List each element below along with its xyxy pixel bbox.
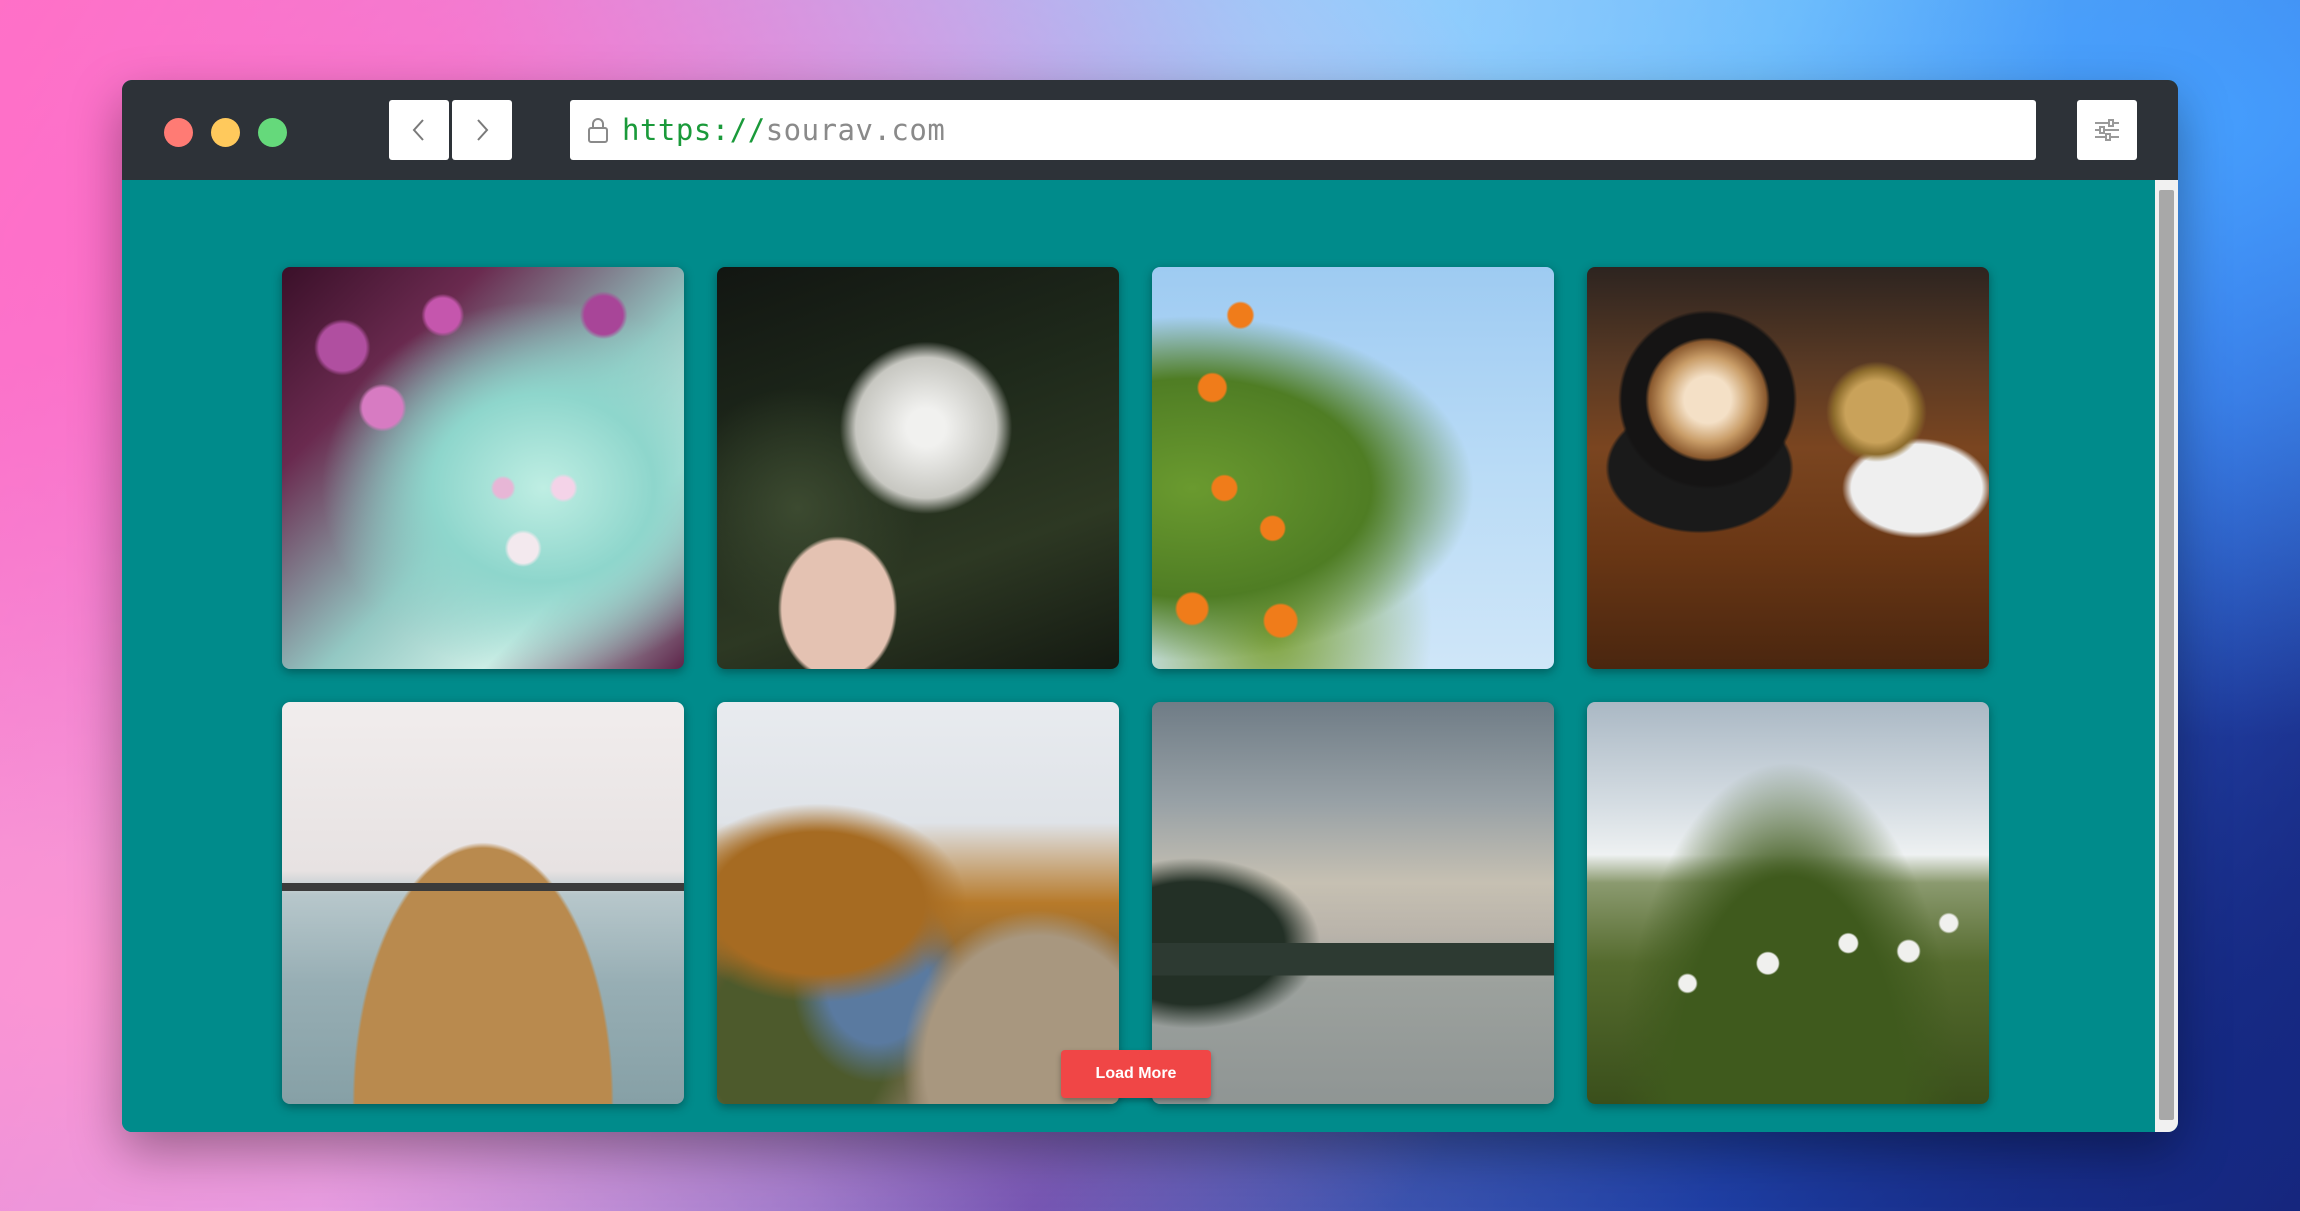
address-bar[interactable]: https://sourav.com (570, 100, 2036, 160)
url-scheme: https:// (622, 113, 766, 147)
settings-button[interactable] (2077, 100, 2137, 160)
dandelion-field-photo[interactable] (1587, 702, 1989, 1104)
browser-toolbar: https://sourav.com (122, 80, 2178, 180)
cherry-blossom-photo[interactable] (282, 267, 684, 669)
url-host: sourav.com (765, 113, 946, 147)
orange-tree-photo[interactable] (1152, 267, 1554, 669)
lock-icon (584, 115, 612, 145)
misty-lake-photo[interactable] (1152, 702, 1554, 1104)
browser-window: https://sourav.com Load More (122, 80, 2178, 1132)
chevron-left-icon (412, 119, 424, 141)
minimize-window-button[interactable] (211, 118, 240, 147)
vertical-scrollbar[interactable] (2155, 180, 2178, 1132)
maximize-window-button[interactable] (258, 118, 287, 147)
page-content: Load More (122, 180, 2155, 1132)
pier-photo[interactable] (282, 702, 684, 1104)
close-window-button[interactable] (164, 118, 193, 147)
sliders-icon (2095, 119, 2119, 141)
back-button[interactable] (389, 100, 449, 160)
url-text: https://sourav.com (622, 113, 945, 147)
chevron-right-icon (477, 119, 489, 141)
coffee-cup-photo[interactable] (1587, 267, 1989, 669)
load-more-button[interactable]: Load More (1061, 1050, 1211, 1098)
forward-button[interactable] (452, 100, 512, 160)
autumn-lake-photo[interactable] (717, 702, 1119, 1104)
dandelion-photo[interactable] (717, 267, 1119, 669)
scrollbar-thumb[interactable] (2159, 190, 2174, 1120)
